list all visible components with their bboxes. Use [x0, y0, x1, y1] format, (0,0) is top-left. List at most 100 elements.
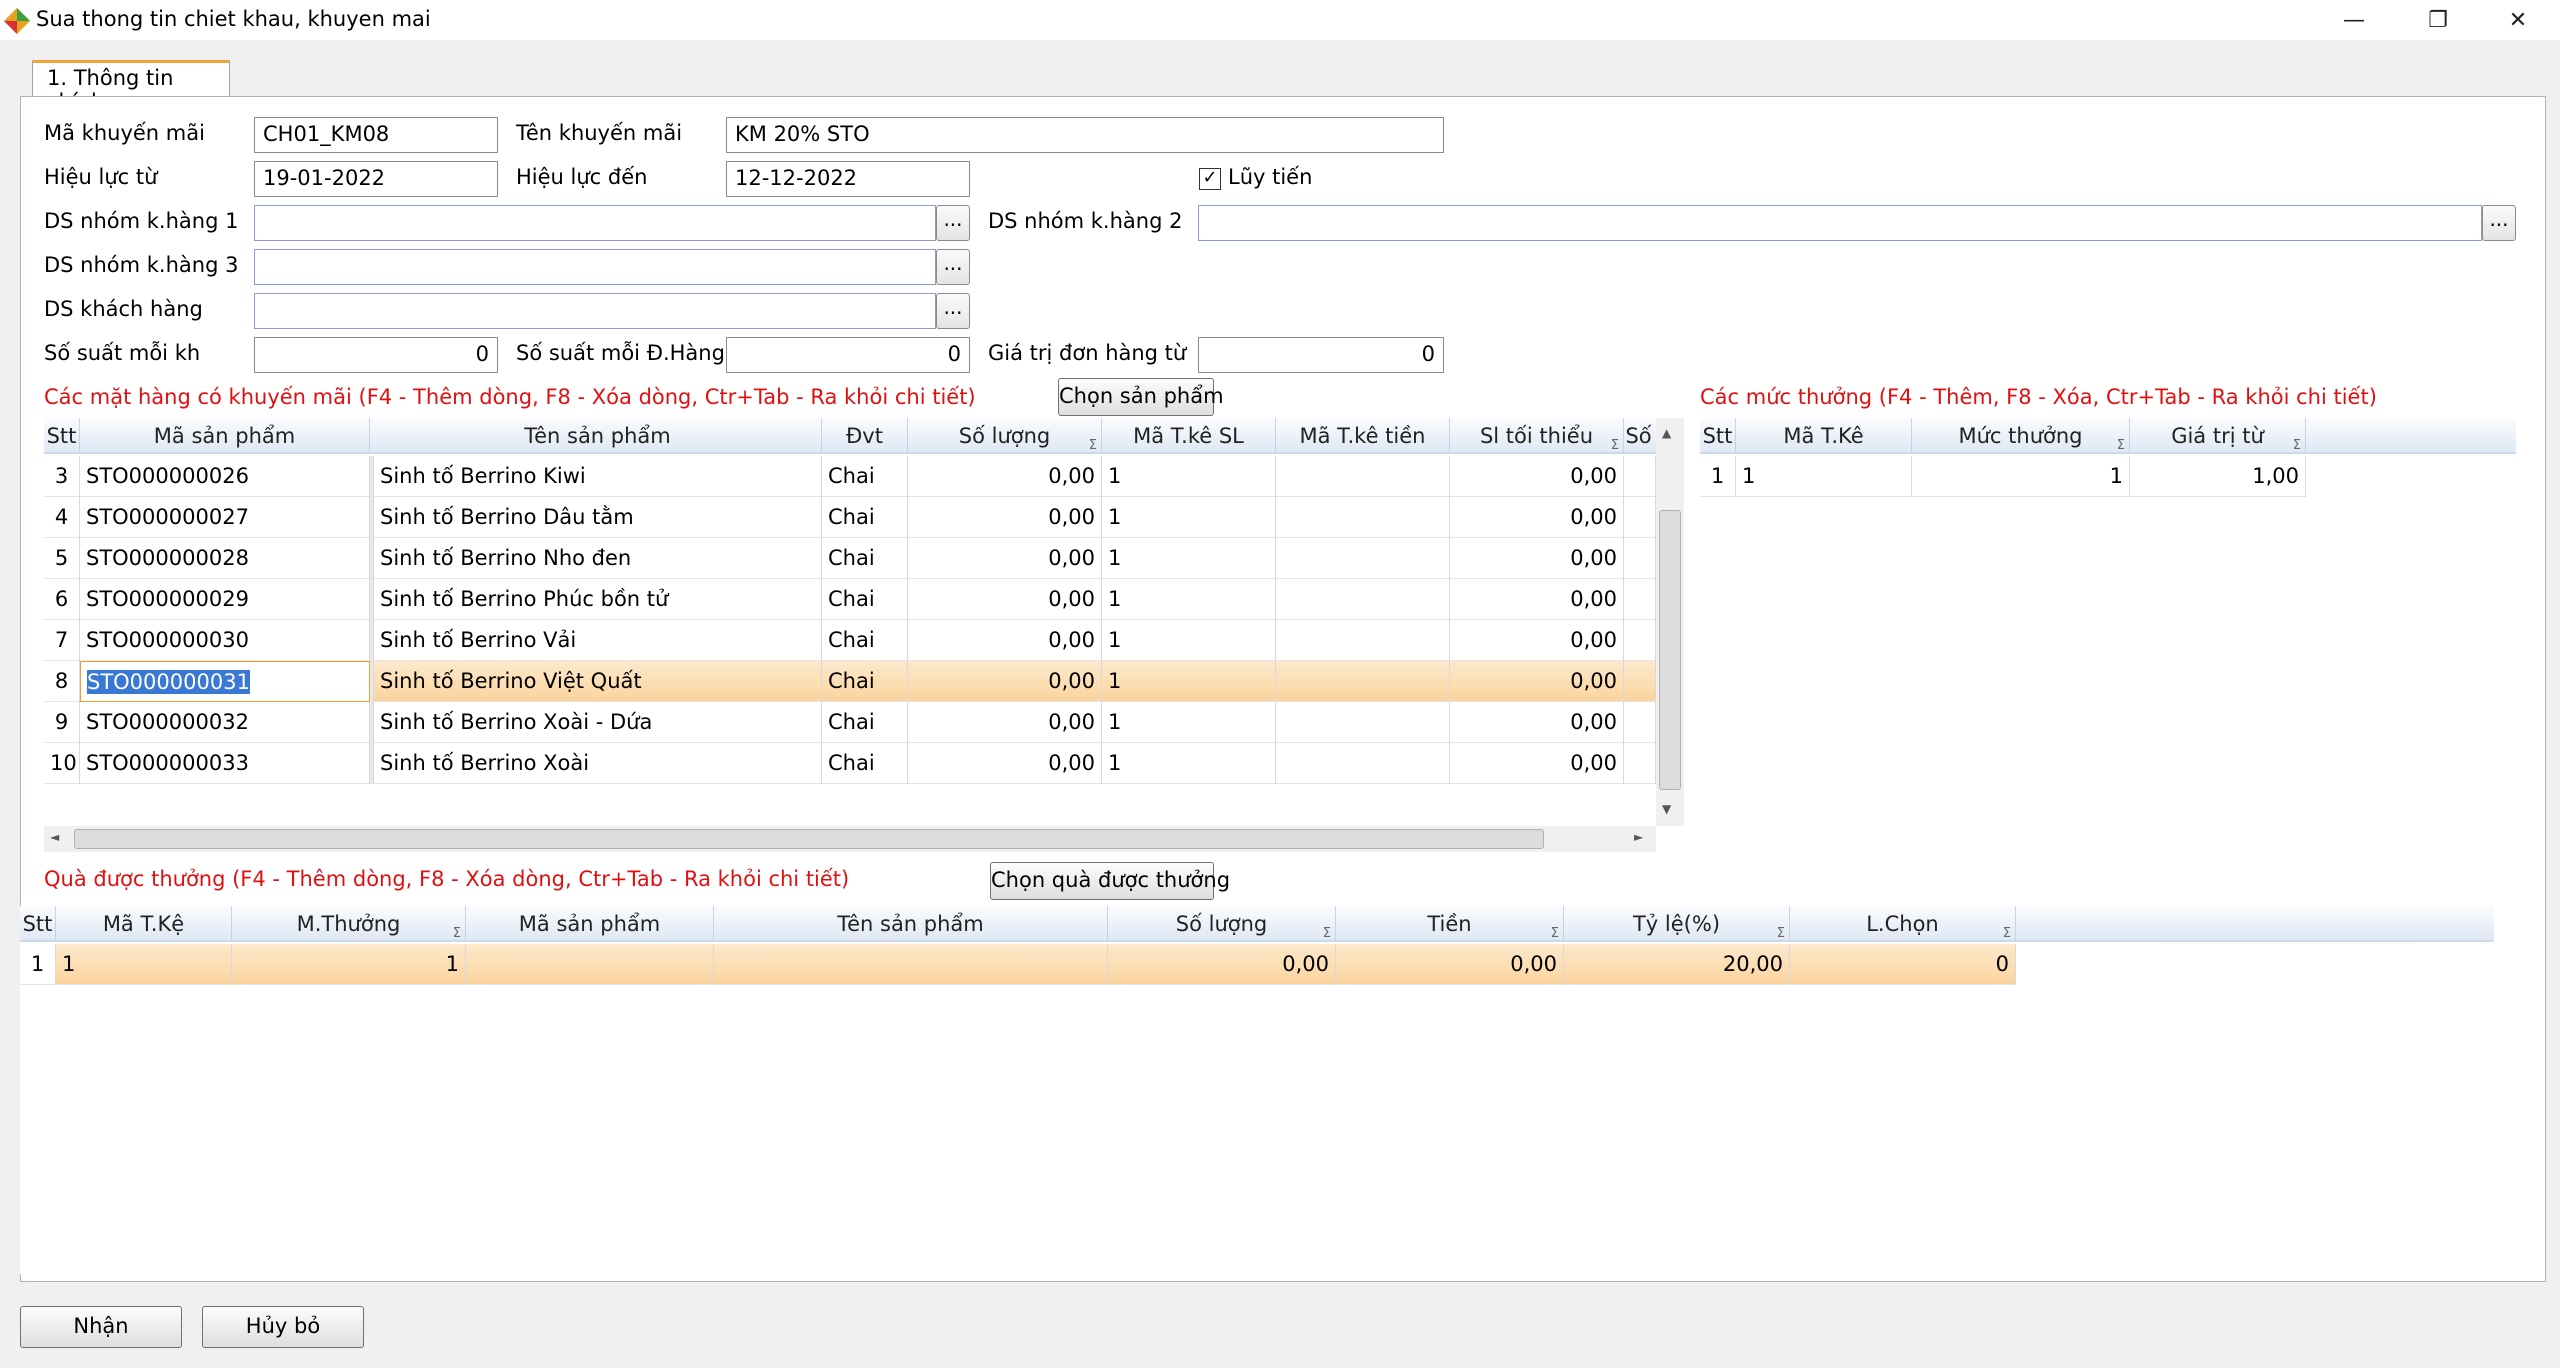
cell-tien[interactable]: 0,00	[1336, 944, 1564, 985]
table-row[interactable]: 9 STO000000032 Sinh tố Berrino Xoài - Dứa C…	[44, 702, 1656, 743]
col-dvt[interactable]: Đvt	[822, 418, 908, 454]
so-suat-kh-input[interactable]: 0	[254, 337, 498, 373]
cell-dvt[interactable]: Chai	[822, 579, 908, 620]
cell-ma-san-pham[interactable]: STO000000027	[80, 497, 370, 538]
col-ma-tke-sl[interactable]: Mã T.kê SL	[1102, 418, 1276, 454]
cell-stt[interactable]: 6	[44, 579, 80, 620]
cell-ma-tke-sl[interactable]: 1	[1102, 538, 1276, 579]
cell-ten-san-pham[interactable]: Sinh tố Berrino Xoài - Dứa	[374, 702, 822, 743]
col-ten-san-pham[interactable]: Tên sản phẩm	[374, 418, 822, 454]
table-row[interactable]: 1 1 1 1,00	[1700, 456, 2306, 497]
scroll-left-icon[interactable]: ◄	[50, 830, 59, 844]
cell-sl-toi-thieu[interactable]: 0,00	[1450, 497, 1624, 538]
cell-so-luong[interactable]: 0,00	[908, 538, 1102, 579]
cell-ma-tke-sl[interactable]: 1	[1102, 620, 1276, 661]
levels-col-gia-tri-tu[interactable]: Giá trị từ Σ	[2130, 418, 2306, 454]
cell-ten-san-pham[interactable]: Sinh tố Berrino Việt Quất	[374, 661, 822, 702]
cell-ma-san-pham[interactable]: STO000000026	[80, 456, 370, 497]
cell-l-chon[interactable]: 0	[1790, 944, 2016, 985]
cell-ma-tke[interactable]: 1	[56, 944, 232, 985]
cell-ma-tke-tien[interactable]	[1276, 579, 1450, 620]
ma-khuyen-mai-input[interactable]: CH01_KM08	[254, 117, 498, 153]
cell-ma-san-pham[interactable]: STO000000029	[80, 579, 370, 620]
cell-sl-toi-thieu[interactable]: 0,00	[1450, 620, 1624, 661]
cell-ten-san-pham[interactable]: Sinh tố Berrino Xoài	[374, 743, 822, 784]
so-suat-dh-input[interactable]: 0	[726, 337, 970, 373]
ds-nhom-3-input[interactable]	[254, 249, 936, 285]
cell-ma-tke-tien[interactable]	[1276, 620, 1450, 661]
gifts-col-m-thuong[interactable]: M.Thưởng Σ	[232, 906, 466, 942]
cell-dvt[interactable]: Chai	[822, 456, 908, 497]
table-row[interactable]: 5 STO000000028 Sinh tố Berrino Nho đen Chai…	[44, 538, 1656, 579]
cell-so-luong[interactable]: 0,00	[908, 702, 1102, 743]
cell-stt[interactable]: 7	[44, 620, 80, 661]
cell-so-luong[interactable]: 0,00	[908, 661, 1102, 702]
nhan-button[interactable]: Nhận	[20, 1306, 182, 1348]
cell-ma-tke-tien[interactable]	[1276, 743, 1450, 784]
cell-so-suat[interactable]	[1624, 497, 1656, 538]
ds-nhom-2-input[interactable]	[1198, 205, 2482, 241]
cell-ten-san-pham[interactable]: Sinh tố Berrino Dâu tằm	[374, 497, 822, 538]
tab-thong-tin-chinh[interactable]: 1. Thông tin chính	[32, 60, 230, 114]
products-vscroll-thumb[interactable]	[1659, 510, 1681, 790]
ten-khuyen-mai-input[interactable]: KM 20% STO	[726, 117, 1444, 153]
col-ma-san-pham[interactable]: Mã sản phẩm	[80, 418, 370, 454]
levels-col-muc-thuong[interactable]: Mức thưởng Σ	[1912, 418, 2130, 454]
cell-so-suat[interactable]	[1624, 579, 1656, 620]
cell-ma-tke[interactable]: 1	[1736, 456, 1912, 497]
cell-so-luong[interactable]: 0,00	[908, 620, 1102, 661]
cell-ma-san-pham[interactable]: STO000000031	[80, 661, 370, 702]
cell-ma-tke-sl[interactable]: 1	[1102, 702, 1276, 743]
minimize-button[interactable]: —	[2312, 0, 2396, 40]
cell-ten-san-pham[interactable]: Sinh tố Berrino Kiwi	[374, 456, 822, 497]
cell-ten-san-pham[interactable]: Sinh tố Berrino Phúc bồn tử	[374, 579, 822, 620]
cell-ma-tke-tien[interactable]	[1276, 702, 1450, 743]
cell-sl-toi-thieu[interactable]: 0,00	[1450, 456, 1624, 497]
cell-stt[interactable]: 8	[44, 661, 80, 702]
cell-sl-toi-thieu[interactable]: 0,00	[1450, 579, 1624, 620]
cell-ma-tke-sl[interactable]: 1	[1102, 456, 1276, 497]
cell-ten-san-pham[interactable]: Sinh tố Berrino Vải	[374, 620, 822, 661]
cell-dvt[interactable]: Chai	[822, 743, 908, 784]
cell-dvt[interactable]: Chai	[822, 620, 908, 661]
ds-nhom-1-input[interactable]	[254, 205, 936, 241]
products-hscroll-thumb[interactable]	[74, 829, 1544, 849]
cell-so-suat[interactable]	[1624, 661, 1656, 702]
gifts-col-ty-le[interactable]: Tỷ lệ(%) Σ	[1564, 906, 1790, 942]
gifts-col-l-chon[interactable]: L.Chọn Σ	[1790, 906, 2016, 942]
huy-bo-button[interactable]: Hủy bỏ	[202, 1306, 364, 1348]
gifts-col-ten-san-pham[interactable]: Tên sản phẩm	[714, 906, 1108, 942]
chon-qua-button[interactable]: Chọn quà được thưởng	[990, 862, 1230, 900]
chon-san-pham-button[interactable]: Chọn sản phẩm	[1058, 378, 1224, 416]
levels-col-ma-tke[interactable]: Mã T.Kê	[1736, 418, 1912, 454]
col-sl-toi-thieu[interactable]: Sl tối thiểu Σ	[1450, 418, 1624, 454]
luy-tien-checkbox[interactable]: ✓	[1199, 168, 1221, 190]
products-vscroll[interactable]: ▲ ▼	[1656, 418, 1684, 826]
levels-col-stt[interactable]: Stt	[1700, 418, 1736, 454]
cell-stt[interactable]: 10	[44, 743, 80, 784]
hieu-luc-den-input[interactable]: 12-12-2022	[726, 161, 970, 197]
table-row[interactable]: 8 STO000000031 Sinh tố Berrino Việt Quất Ch…	[44, 661, 1656, 702]
cell-so-suat[interactable]	[1624, 743, 1656, 784]
col-so-luong[interactable]: Số lượng Σ	[908, 418, 1102, 454]
cell-stt[interactable]: 3	[44, 456, 80, 497]
products-hscroll[interactable]: ◄ ►	[44, 826, 1656, 852]
cell-sl-toi-thieu[interactable]: 0,00	[1450, 538, 1624, 579]
close-button[interactable]: ✕	[2476, 0, 2560, 40]
gifts-col-tien[interactable]: Tiền Σ	[1336, 906, 1564, 942]
cell-so-luong[interactable]: 0,00	[908, 579, 1102, 620]
scroll-up-icon[interactable]: ▲	[1662, 426, 1671, 440]
cell-gia-tri-tu[interactable]: 1,00	[2130, 456, 2306, 497]
cell-sl-toi-thieu[interactable]: 0,00	[1450, 743, 1624, 784]
gifts-col-ma-tke[interactable]: Mã T.Kệ	[56, 906, 232, 942]
cell-stt[interactable]: 1	[1700, 456, 1736, 497]
col-stt[interactable]: Stt	[44, 418, 80, 454]
cell-ma-san-pham[interactable]: STO000000028	[80, 538, 370, 579]
cell-ma-tke-sl[interactable]: 1	[1102, 661, 1276, 702]
cell-so-luong[interactable]: 0,00	[1108, 944, 1336, 985]
cell-so-suat[interactable]	[1624, 702, 1656, 743]
gifts-col-ma-san-pham[interactable]: Mã sản phẩm	[466, 906, 714, 942]
cell-ty-le[interactable]: 20,00	[1564, 944, 1790, 985]
cell-ma-san-pham[interactable]	[466, 944, 714, 985]
cell-ten-san-pham[interactable]: Sinh tố Berrino Nho đen	[374, 538, 822, 579]
